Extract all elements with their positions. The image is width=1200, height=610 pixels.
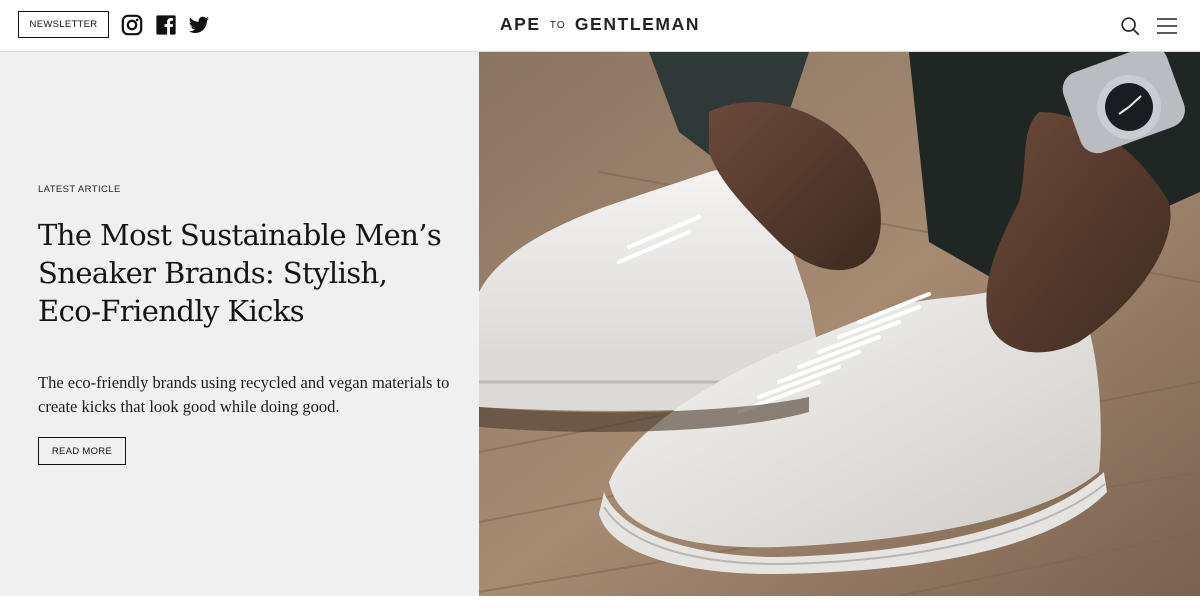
- featured-article-panel: LATEST ARTICLE The Most Sustainable Men’…: [0, 52, 479, 596]
- hero-image[interactable]: [479, 52, 1200, 596]
- hamburger-menu-icon[interactable]: [1154, 13, 1180, 39]
- article-dek: The eco-friendly brands using recycled a…: [38, 373, 450, 416]
- logo-to: TO: [549, 20, 566, 31]
- site-logo[interactable]: APE TO GENTLEMAN: [0, 14, 1200, 35]
- logo-ape: APE: [499, 14, 541, 34]
- read-more-button[interactable]: READ MORE: [38, 437, 126, 465]
- search-icon[interactable]: [1117, 13, 1143, 39]
- logo-gentleman: GENTLEMAN: [574, 14, 701, 34]
- article-eyebrow: LATEST ARTICLE: [38, 184, 121, 195]
- bottom-strip: [0, 596, 1200, 610]
- article-headline[interactable]: The Most Sustainable Men’s Sneaker Brand…: [38, 216, 448, 330]
- site-header: NEWSLETTER APE TO GENTLEMAN: [0, 0, 1200, 52]
